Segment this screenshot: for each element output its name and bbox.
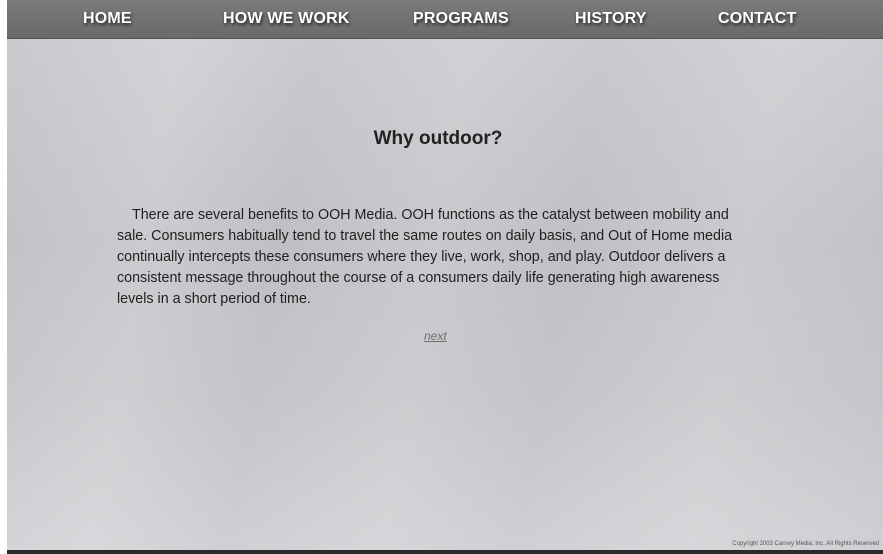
nav-programs[interactable]: PROGRAMS <box>413 10 509 28</box>
nav-contact[interactable]: CONTACT <box>718 10 796 28</box>
nav-history[interactable]: HISTORY <box>575 10 647 28</box>
main-content: Why outdoor? There are several benefits … <box>7 39 883 550</box>
page-frame: HOME HOW WE WORK PROGRAMS HISTORY CONTAC… <box>7 0 883 554</box>
bottom-divider <box>7 550 883 554</box>
nav-how-we-work[interactable]: HOW WE WORK <box>223 10 350 28</box>
copyright-text: Copyright 2003 Carney Media, Inc. All Ri… <box>732 541 879 547</box>
page-title: Why outdoor? <box>373 128 503 149</box>
nav-home[interactable]: HOME <box>83 10 132 28</box>
next-link[interactable]: next <box>424 329 447 343</box>
body-paragraph: There are several benefits to OOH Media.… <box>117 207 733 307</box>
top-navigation: HOME HOW WE WORK PROGRAMS HISTORY CONTAC… <box>7 0 883 39</box>
